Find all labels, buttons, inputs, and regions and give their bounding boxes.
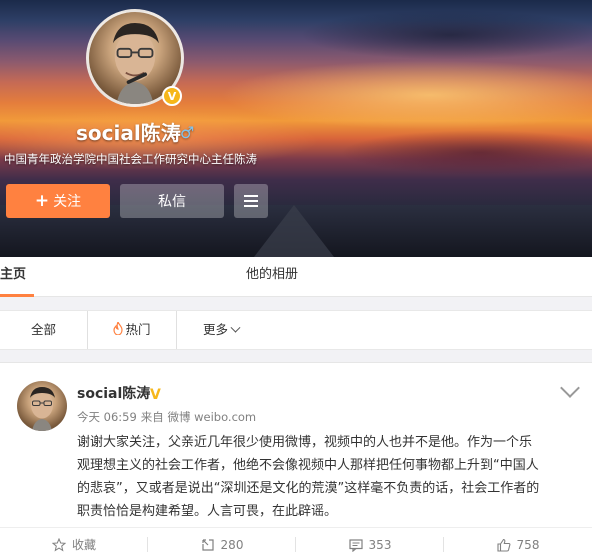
filter-tab-more[interactable]: 更多 [186,311,256,349]
forward-button[interactable]: 280 [148,528,296,560]
filter-tab-more-label: 更多 [202,322,228,337]
profile-cover: V social陈涛 ♂ 中国青年政治学院中国社会工作研究中心主任陈涛 + 关注… [0,0,592,257]
verified-icon: V [150,387,161,403]
filter-tab-hot-label: 热门 [125,322,151,337]
like-button[interactable]: 758 [444,528,592,560]
post-author-name[interactable]: social陈涛 [77,383,157,405]
forward-icon [201,538,214,551]
favorite-label: 收藏 [71,538,96,552]
post-source: 来自 微博 weibo.com [140,410,257,424]
star-icon [51,537,66,551]
follow-button[interactable]: + 关注 [6,184,110,218]
post-time[interactable]: 今天 06:59 [77,410,137,424]
filter-tab-all[interactable]: 全部 [0,311,87,349]
favorite-button[interactable]: 收藏 [0,528,148,560]
message-label: 私信 [158,194,186,210]
forward-count: 280 [220,537,244,552]
fire-icon [113,322,124,335]
verified-badge-icon: V [162,86,182,106]
post-text-line: 谢谢大家关注，父亲近几年很少使用微博，视频中的人也并不是他。作为一个乐 [77,435,533,450]
feed-filter-bar: 全部 热门 更多 [0,310,592,350]
filter-tab-all-label: 全部 [30,322,56,337]
tab-album[interactable]: 他的相册 [246,257,326,297]
chevron-down-icon [230,322,241,333]
plus-icon: + [34,190,50,211]
hamburger-icon [244,195,258,197]
comment-count: 353 [368,537,392,552]
post-text-line: 的悲哀”，又或者是说出“深圳还是文化的荒漠”这样毫不负责的话，社会工作者的 [77,481,540,496]
comment-button[interactable]: 353 [296,528,444,560]
person-avatar-image [30,387,55,431]
post-options-chevron-icon[interactable] [560,378,580,398]
more-menu-button[interactable] [234,184,268,218]
follow-label: 关注 [53,194,82,210]
message-button[interactable]: 私信 [120,184,224,218]
profile-tabs: 主页 他的相册 [0,257,592,297]
comment-icon [348,538,363,552]
post-text: 谢谢大家关注，父亲近几年很少使用微博，视频中的人也并不是他。作为一个乐 观理想主… [77,431,577,523]
tab-home[interactable]: 主页 [0,257,34,297]
thumbs-up-icon [496,538,510,552]
filter-tab-hot[interactable]: 热门 [87,311,177,349]
post-text-line: 职责恰恰是构建希望。人言可畏，在此辟谣。 [77,504,338,519]
post-author-avatar[interactable] [17,381,67,431]
post-action-bar: 收藏 280 353 758 [0,527,592,560]
male-icon: ♂ [180,123,195,142]
profile-description: 中国青年政治学院中国社会工作研究中心主任陈涛 [4,152,257,166]
post-text-line: 观理想主义的社会工作者，他绝不会像视频中人那样把任何事物都上升到“中国人 [77,458,539,473]
post-meta: 今天 06:59 来自 微博 weibo.com [77,409,277,425]
like-count: 758 [516,537,540,552]
